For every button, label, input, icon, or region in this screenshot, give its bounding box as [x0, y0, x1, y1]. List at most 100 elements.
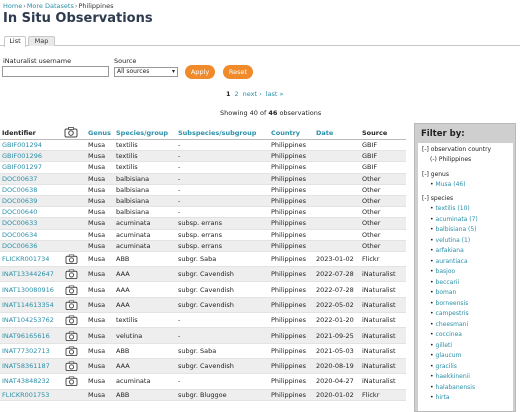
filter-option[interactable]: • gilleti — [430, 342, 452, 349]
cell-identifier[interactable]: GBIF001296 — [2, 152, 42, 160]
filter-option-label[interactable]: cheesmani — [436, 321, 469, 328]
camera-icon[interactable] — [65, 345, 78, 356]
camera-icon[interactable] — [65, 254, 78, 265]
filter-option-label[interactable]: arfakiana — [436, 247, 464, 254]
breadcrumb-datasets-link[interactable]: More Datasets — [27, 2, 74, 10]
filter-option[interactable]: • borneensis — [430, 300, 468, 307]
cell-identifier[interactable]: INAT58361187 — [2, 362, 50, 370]
filter-option[interactable]: • halabanensis — [430, 384, 475, 391]
pager-next[interactable]: next › — [243, 90, 262, 98]
filter-option[interactable]: • beccarii — [430, 279, 459, 286]
filter-option-label[interactable]: borneensis — [436, 300, 469, 307]
source-select[interactable]: All sources ▾ — [114, 67, 178, 77]
filter-option[interactable]: • campestris — [430, 310, 469, 317]
cell-identifier[interactable]: FLICKR001753 — [2, 391, 49, 399]
filter-section-head[interactable]: [-] species — [422, 195, 453, 202]
filter-option-label[interactable]: textilis (10) — [436, 205, 470, 212]
cell-identifier[interactable]: INAT43848232 — [2, 377, 50, 385]
filter-option-label[interactable]: glaucum — [436, 352, 462, 359]
cell-date: 2021-05-03 — [316, 346, 354, 355]
col-identifier: Identifier — [2, 129, 36, 137]
filter-option[interactable]: • arfakiana — [430, 247, 464, 254]
breadcrumb-home-link[interactable]: Home — [3, 2, 22, 10]
filter-option[interactable]: • textilis (10) — [430, 205, 470, 212]
col-date[interactable]: Date — [316, 129, 333, 137]
filter-option-label[interactable]: velutina (1) — [436, 237, 471, 244]
cell-identifier[interactable]: GBIF001297 — [2, 163, 42, 171]
camera-icon[interactable] — [65, 315, 78, 326]
filter-option-label[interactable]: halabanensis — [436, 384, 476, 391]
filter-option[interactable]: • Musa (46) — [430, 181, 466, 188]
reset-button[interactable]: Reset — [223, 65, 253, 79]
filter-option-label[interactable]: gilleti — [436, 342, 453, 349]
cell-identifier[interactable]: DOC00636 — [2, 242, 37, 250]
filter-section-head[interactable]: [-] observation country — [422, 146, 491, 153]
tab-list[interactable]: List — [4, 36, 26, 47]
cell-identifier[interactable]: DOC00640 — [2, 208, 37, 216]
cell-source: GBIF — [362, 152, 378, 161]
filter-option[interactable]: • basjoo — [430, 268, 455, 275]
filter-option[interactable]: • acuminata (7) — [430, 216, 478, 223]
filter-option-label[interactable]: aurantiaca — [436, 258, 468, 265]
cell-subspecies: - — [178, 163, 181, 172]
filter-option-label[interactable]: Philippines — [439, 156, 471, 163]
cell-identifier[interactable]: INAT104253762 — [2, 316, 54, 324]
filter-option[interactable]: • haekkinenii — [430, 373, 470, 380]
cell-source: iNaturalist — [362, 377, 396, 386]
cell-identifier[interactable]: DOC00637 — [2, 175, 37, 183]
cell-identifier[interactable]: INAT133442647 — [2, 270, 54, 278]
filter-body: [-] observation country (-) Philippines [-]… — [418, 143, 513, 411]
apply-button[interactable]: Apply — [185, 65, 215, 79]
filter-option-label[interactable]: beccarii — [436, 279, 460, 286]
col-species[interactable]: Species/group — [116, 129, 168, 137]
col-subspecies[interactable]: Subspecies/subgroup — [178, 129, 256, 137]
filter-option-label[interactable]: boman — [436, 289, 457, 296]
filter-option-label[interactable]: gracilis — [436, 363, 457, 370]
camera-icon[interactable] — [65, 284, 78, 295]
filter-option[interactable]: • glaucum — [430, 352, 461, 359]
filter-option-bullet: • — [430, 205, 434, 212]
camera-icon[interactable] — [65, 269, 78, 280]
username-input[interactable] — [2, 66, 109, 77]
camera-icon[interactable] — [65, 299, 78, 310]
filter-option[interactable]: (-) Philippines — [430, 156, 471, 163]
col-country[interactable]: Country — [271, 129, 300, 137]
cell-identifier[interactable]: DOC00633 — [2, 219, 37, 227]
cell-identifier[interactable]: DOC00638 — [2, 186, 37, 194]
cell-genus: Musa — [88, 163, 106, 172]
filter-option-label[interactable]: haekkinenii — [436, 373, 470, 380]
filter-option-label[interactable]: acuminata (7) — [436, 216, 478, 223]
filter-option[interactable]: • velutina (1) — [430, 237, 470, 244]
filter-option[interactable]: • gracilis — [430, 363, 457, 370]
cell-identifier[interactable]: INAT130080916 — [2, 286, 54, 294]
filter-option-label[interactable]: Musa (46) — [436, 181, 466, 188]
filter-option-label[interactable]: basjoo — [436, 268, 456, 275]
filter-option-label[interactable]: hirta — [436, 394, 450, 401]
filter-option[interactable]: • boman — [430, 289, 456, 296]
cell-identifier[interactable]: DOC00639 — [2, 197, 37, 205]
col-genus[interactable]: Genus — [88, 129, 111, 137]
cell-identifier[interactable]: DOC00634 — [2, 231, 37, 239]
cell-identifier[interactable]: INAT114613354 — [2, 301, 54, 309]
filter-option[interactable]: • hirta — [430, 394, 450, 401]
cell-identifier[interactable]: INAT77302713 — [2, 347, 50, 355]
pager-last[interactable]: last » — [266, 90, 284, 98]
filter-option[interactable]: • cheesmani — [430, 321, 468, 328]
filter-option-label[interactable]: coccinea — [436, 331, 462, 338]
pager-page-2[interactable]: 2 — [235, 90, 239, 98]
filter-option-bullet: • — [430, 257, 434, 265]
camera-icon[interactable] — [65, 330, 78, 341]
cell-identifier[interactable]: INAT96165616 — [2, 332, 50, 340]
filter-section-head[interactable]: [-] genus — [422, 171, 449, 178]
filter-option[interactable]: • balbisiana (5) — [430, 226, 477, 233]
filter-option-label[interactable]: campestris — [436, 310, 469, 317]
filter-option-label[interactable]: balbisiana (5) — [436, 226, 477, 233]
filter-option[interactable]: • coccinea — [430, 331, 462, 338]
cell-identifier[interactable]: FLICKR001734 — [2, 255, 49, 263]
camera-icon[interactable] — [65, 376, 78, 387]
filter-option[interactable]: • aurantiaca — [430, 258, 468, 265]
camera-icon[interactable] — [65, 361, 78, 372]
cell-country: Philippines — [271, 331, 307, 340]
cell-identifier[interactable]: GBIF001294 — [2, 141, 42, 149]
tab-map[interactable]: Map — [28, 36, 55, 46]
